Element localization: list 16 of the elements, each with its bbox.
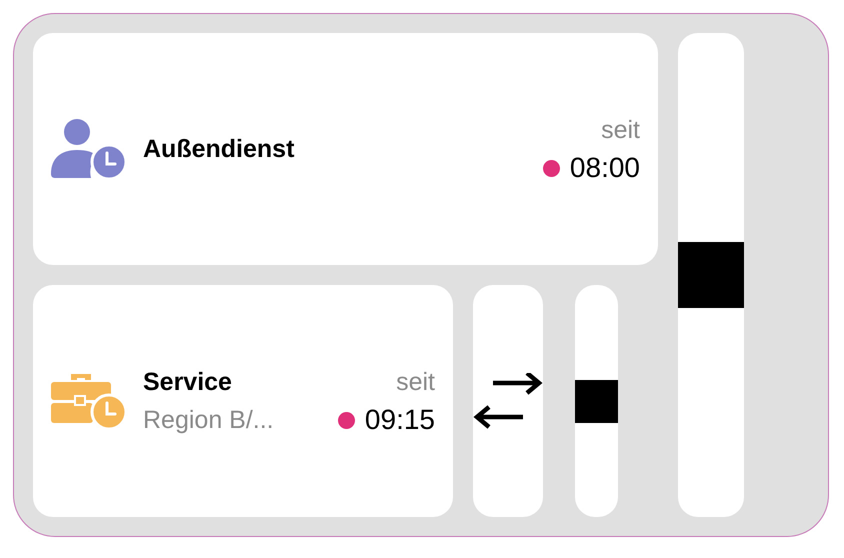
activity-card[interactable]: Außendienst seit 08:00: [33, 33, 658, 265]
swap-arrows-icon: [473, 373, 543, 429]
activity-card[interactable]: Service Region B/... seit 09:15: [33, 285, 453, 517]
stop-button[interactable]: [678, 33, 744, 517]
since-label: seit: [396, 367, 435, 398]
activity-title: Außendienst: [143, 134, 296, 165]
stop-icon: [575, 380, 618, 422]
activity-subtitle: Region B/...: [143, 405, 275, 436]
start-time: 08:00: [570, 151, 640, 185]
since-label: seit: [601, 115, 640, 146]
stop-icon: [678, 242, 744, 308]
swap-button[interactable]: [473, 285, 543, 517]
activity-title: Service: [143, 367, 233, 398]
stop-button[interactable]: [575, 285, 618, 517]
person-clock-icon: [51, 118, 127, 180]
start-time: 09:15: [364, 403, 435, 437]
